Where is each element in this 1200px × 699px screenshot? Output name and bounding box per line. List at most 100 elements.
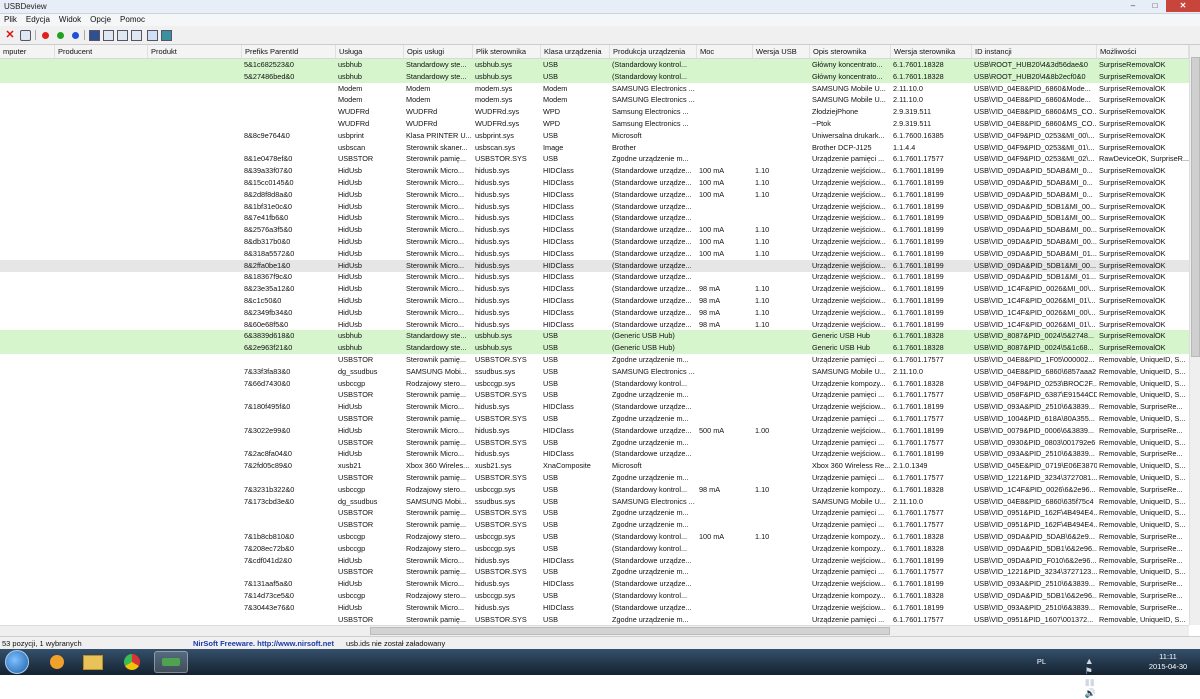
minimize-button[interactable]: – — [1122, 0, 1144, 12]
table-row[interactable]: 8&1e0478ef&0 USBSTOR Sterownik pamię... USB… — [0, 153, 1189, 165]
table-row[interactable]: 7&3231b322&0 usbccgp Rodzajowy stero... usb… — [0, 484, 1189, 496]
menu-widok[interactable]: Widok — [59, 14, 81, 26]
table-row[interactable]: USBSTOR Sterownik pamię... USBSTOR.SYS USB Z… — [0, 507, 1189, 519]
column-header-service-desc[interactable]: Opis usługi — [404, 45, 473, 58]
table-row[interactable]: USBSTOR Sterownik pamię... USBSTOR.SYS USB Z… — [0, 413, 1189, 425]
menu-opcje[interactable]: Opcje — [90, 14, 111, 26]
table-row[interactable]: 7&208ec72b&0 usbccgp Rodzajowy stero... usb… — [0, 543, 1189, 555]
vertical-scrollbar[interactable] — [1189, 45, 1200, 625]
table-row[interactable]: 8&2349fb34&0 HidUsb Sterownik Micro... hidu… — [0, 307, 1189, 319]
table-row[interactable]: USBSTOR Sterownik pamię... USBSTOR.SYS USB Z… — [0, 566, 1189, 578]
maximize-button[interactable]: □ — [1144, 0, 1166, 12]
explorer-icon[interactable] — [76, 651, 110, 673]
table-row[interactable]: 8&2576a3f5&0 HidUsb Sterownik Micro... hidu… — [0, 224, 1189, 236]
nirsoft-link[interactable]: NirSoft Freeware. http://www.nirsoft.net — [193, 639, 334, 648]
table-row[interactable]: USBSTOR Sterownik pamię... USBSTOR.SYS USB Z… — [0, 437, 1189, 449]
cell-produkt — [148, 389, 242, 401]
column-header-produkt[interactable]: Produkt — [148, 45, 242, 58]
media-player-icon[interactable] — [40, 651, 74, 673]
table-row[interactable]: 7&14d73ce5&0 usbccgp Rodzajowy stero... usb… — [0, 590, 1189, 602]
table-row[interactable]: 7&33f3fa83&0 dg_ssudbus SAMSUNG Mobi... ssu… — [0, 366, 1189, 378]
blue-dot-icon[interactable] — [69, 29, 81, 41]
delete-icon[interactable]: ✕ — [4, 29, 16, 41]
cell-service-desc: Sterownik Micro... — [406, 237, 464, 246]
language-indicator[interactable]: PL — [1037, 657, 1046, 666]
menu-plik[interactable]: Plik — [4, 14, 17, 26]
table-row[interactable]: Modem Modem modem.sys Modem SAMSUNG Electron… — [0, 94, 1189, 106]
save-icon[interactable] — [88, 29, 100, 41]
column-header-parent-prefix[interactable]: Prefiks ParentId — [242, 45, 336, 58]
table-row[interactable]: 7&30443e76&0 HidUsb Sterownik Micro... hidu… — [0, 602, 1189, 614]
table-row[interactable]: 8&39a33f07&0 HidUsb Sterownik Micro... hidu… — [0, 165, 1189, 177]
cell-parent-prefix: 8&2d8f8d8a&0 — [244, 189, 293, 199]
table-row[interactable]: 6&2e963f21&0 usbhub Standardowy ste... usbh… — [0, 342, 1189, 355]
table-row[interactable]: WUDFRd WUDFRd WUDFRd.sys WPD Samsung Electro… — [0, 118, 1189, 130]
table-row[interactable]: WUDFRd WUDFRd WUDFRd.sys WPD Samsung Electro… — [0, 106, 1189, 118]
exit-icon[interactable] — [160, 29, 172, 41]
table-row[interactable]: 7&180f495f&0 HidUsb Sterownik Micro... hidu… — [0, 401, 1189, 413]
table-row[interactable]: 8&db317b0&0 HidUsb Sterownik Micro... hidus… — [0, 236, 1189, 248]
clock[interactable]: 11:11 2015-04-30 — [1144, 652, 1192, 672]
table-row[interactable]: Modem Modem modem.sys Modem SAMSUNG Electron… — [0, 83, 1189, 95]
table-row[interactable]: USBSTOR Sterownik pamię... USBSTOR.SYS USB Z… — [0, 389, 1189, 401]
table-row[interactable]: 6&3839d618&0 usbhub Standardowy ste... usbh… — [0, 330, 1189, 343]
column-header-device-class[interactable]: Klasa urządzenia — [541, 45, 610, 58]
properties-icon[interactable] — [130, 29, 142, 41]
close-button[interactable]: ✕ — [1166, 0, 1200, 12]
red-dot-icon[interactable] — [39, 29, 51, 41]
table-row[interactable]: USBSTOR Sterownik pamię... USBSTOR.SYS USB Z… — [0, 614, 1189, 625]
copy-icon[interactable] — [116, 29, 128, 41]
refresh-icon[interactable] — [102, 29, 114, 41]
column-header-driver-file[interactable]: Plik sterownika — [473, 45, 541, 58]
disconnect-icon[interactable] — [19, 29, 31, 41]
table-row[interactable]: 8&318a5572&0 HidUsb Sterownik Micro... hidu… — [0, 248, 1189, 260]
table-row[interactable]: USBSTOR Sterownik pamię... USBSTOR.SYS USB Z… — [0, 472, 1189, 484]
column-header-producent[interactable]: Producent — [55, 45, 148, 58]
column-header-instance-id[interactable]: ID instancji — [972, 45, 1097, 58]
column-header-usb-version[interactable]: Wersja USB — [753, 45, 810, 58]
table-row[interactable]: 7&3022e99&0 HidUsb Sterownik Micro... hidus… — [0, 425, 1189, 437]
column-header-driver-version[interactable]: Wersja sterownika — [891, 45, 972, 58]
table-row[interactable]: 8&23e35a12&0 HidUsb Sterownik Micro... hidu… — [0, 283, 1189, 295]
table-row[interactable]: 8&2ffa0be1&0 HidUsb Sterownik Micro... hidu… — [0, 259, 1189, 272]
chrome-icon[interactable] — [115, 651, 149, 673]
table-row[interactable]: 7&cdf041d2&0 HidUsb Sterownik Micro... hidu… — [0, 555, 1189, 567]
column-header-computer[interactable]: mputer — [0, 45, 55, 58]
table-row[interactable]: 7&66d7430&0 usbccgp Rodzajowy stero... usbc… — [0, 378, 1189, 390]
table-row[interactable]: 5&27486bed&0 usbhub Standardowy ste... usbh… — [0, 70, 1189, 83]
html-report-icon[interactable] — [146, 29, 158, 41]
column-header-service[interactable]: Usługa — [336, 45, 404, 58]
cell-driver-version: 6.1.7600.16385 — [893, 130, 944, 140]
table-row[interactable]: 8&60e68f5&0 HidUsb Sterownik Micro... hidus… — [0, 319, 1189, 331]
cell-driver-desc: SAMSUNG Mobile U... — [812, 496, 886, 506]
menu-edycja[interactable]: Edycja — [26, 14, 50, 26]
table-row[interactable]: 8&2d8f8d8a&0 HidUsb Sterownik Micro... hidu… — [0, 189, 1189, 201]
column-header-manufacturer[interactable]: Produkcja urządzenia — [610, 45, 697, 58]
table-row[interactable]: 7&2fd05c89&0 xusb21 Xbox 360 Wireles... xus… — [0, 460, 1189, 472]
table-row[interactable]: 8&1bf31e0c&0 HidUsb Sterownik Micro... hidu… — [0, 201, 1189, 213]
column-header-power[interactable]: Moc — [697, 45, 753, 58]
table-row[interactable]: USBSTOR Sterownik pamię... USBSTOR.SYS USB Z… — [0, 354, 1189, 366]
tray-icons[interactable]: ▲ ⚑ ▮▮ 🔊 — [1085, 656, 1096, 699]
table-row[interactable]: 7&1b8cb810&0 usbccgp Rodzajowy stero... usb… — [0, 531, 1189, 543]
green-dot-icon[interactable] — [54, 29, 66, 41]
table-row[interactable]: USBSTOR Sterownik pamię... USBSTOR.SYS USB Z… — [0, 519, 1189, 531]
horizontal-scrollbar[interactable] — [0, 625, 1189, 636]
table-row[interactable]: 8&7e41fb6&0 HidUsb Sterownik Micro... hidus… — [0, 212, 1189, 224]
table-row[interactable]: 7&131aaf5a&0 HidUsb Sterownik Micro... hidu… — [0, 578, 1189, 590]
menu-pomoc[interactable]: Pomoc — [120, 14, 145, 26]
usbdeview-task-icon[interactable] — [154, 651, 188, 673]
table-row[interactable]: 7&2ac8fa04&0 HidUsb Sterownik Micro... hidu… — [0, 448, 1189, 460]
column-header-capabilities[interactable]: Możliwości — [1097, 45, 1189, 58]
table-row[interactable]: 8&15cc0145&0 HidUsb Sterownik Micro... hidu… — [0, 177, 1189, 189]
table-row[interactable]: 5&1c682523&0 usbhub Standardowy ste... usbh… — [0, 59, 1189, 71]
table-row[interactable]: usbscan Sterownik skaner... usbscan.sys Ima… — [0, 142, 1189, 154]
start-button[interactable] — [5, 650, 29, 674]
table-row[interactable]: 8&18367f9c&0 HidUsb Sterownik Micro... hidu… — [0, 271, 1189, 283]
table-row[interactable]: 8&c1c50&0 HidUsb Sterownik Micro... hidusb.… — [0, 295, 1189, 307]
table-row[interactable]: 8&8c9e764&0 usbprint Klasa PRINTER U... usb… — [0, 130, 1189, 142]
cell-driver-desc: Urządzenie wejściow... — [812, 237, 886, 246]
table-row[interactable]: 7&173cbd3e&0 dg_ssudbus SAMSUNG Mobi... ssu… — [0, 496, 1189, 508]
cell-usb-version — [753, 472, 810, 484]
column-header-driver-desc[interactable]: Opis sterownika — [810, 45, 891, 58]
